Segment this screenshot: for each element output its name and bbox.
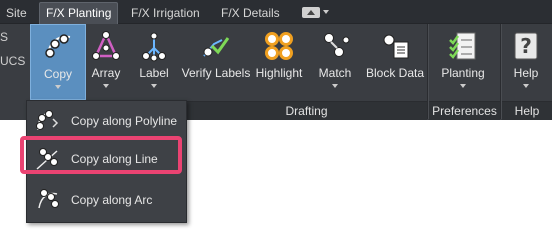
label-button-label: Label [139,66,169,80]
label-button[interactable]: Label [130,24,178,100]
svg-text:?: ? [520,34,532,58]
left-partial-label: S [0,30,9,44]
copy-circles-icon [45,34,71,58]
help-button[interactable]: ? Help [504,24,548,100]
verify-labels-button-label: Verify Labels [181,66,251,80]
planting-checklist-icon [449,32,476,60]
ribbon-minimize-icon [302,6,320,18]
menu-item-label: Copy along Polyline [71,114,178,128]
array-button-label: Array [91,66,121,80]
help-icon: ? [514,32,538,60]
left-partial-panel: S UCS [0,24,26,120]
block-data-icon [383,34,409,59]
chevron-down-icon [323,10,329,14]
menu-item-label: Copy along Arc [71,193,153,207]
copy-along-polyline-icon [36,110,59,131]
tab-fx-irrigation[interactable]: F/X Irrigation [131,3,200,23]
copy-button[interactable]: Copy [30,24,86,100]
tab-fx-planting[interactable]: F/X Planting [39,2,119,24]
block-data-button[interactable]: Block Data [364,24,426,100]
highlight-frame [20,136,182,174]
verify-labels-button[interactable]: Verify Labels [181,24,251,100]
chevron-down-icon [460,84,466,88]
array-button[interactable]: Array [84,24,128,100]
chevron-down-icon [151,84,157,88]
panel-label-help: Help [502,101,552,120]
tab-site[interactable]: Site [6,3,27,23]
chevron-down-icon [332,84,338,88]
verify-labels-icon [203,37,230,57]
ribbon-options-button[interactable] [302,5,340,19]
left-partial-label: UCS [0,54,26,68]
help-button-label: Help [513,66,539,80]
menu-item-copy-along-arc[interactable]: Copy along Arc [31,186,181,214]
highlight-button[interactable]: Highlight [252,24,306,100]
array-icon [92,30,120,60]
panel-label-drafting: Drafting [186,101,427,120]
copy-along-arc-icon [38,189,59,209]
copy-button-label: Copy [43,67,72,81]
ribbon-tab-bar: Site F/X Planting F/X Irrigation F/X Det… [0,0,552,24]
chevron-down-icon [55,85,61,89]
block-data-button-label: Block Data [365,66,425,80]
highlight-icon [265,32,293,60]
chevron-down-icon [103,84,109,88]
match-icon [324,33,350,57]
panel-label-preferences: Preferences [429,101,500,120]
highlight-button-label: Highlight [255,66,303,80]
match-button[interactable]: Match [312,24,358,100]
match-button-label: Match [318,66,352,80]
planting-button[interactable]: Planting [432,24,494,100]
chevron-down-icon [523,84,529,88]
planting-button-label: Planting [441,66,485,80]
tab-fx-details[interactable]: F/X Details [221,3,280,23]
label-icon [142,32,166,62]
menu-item-copy-along-polyline[interactable]: Copy along Polyline [31,107,181,135]
